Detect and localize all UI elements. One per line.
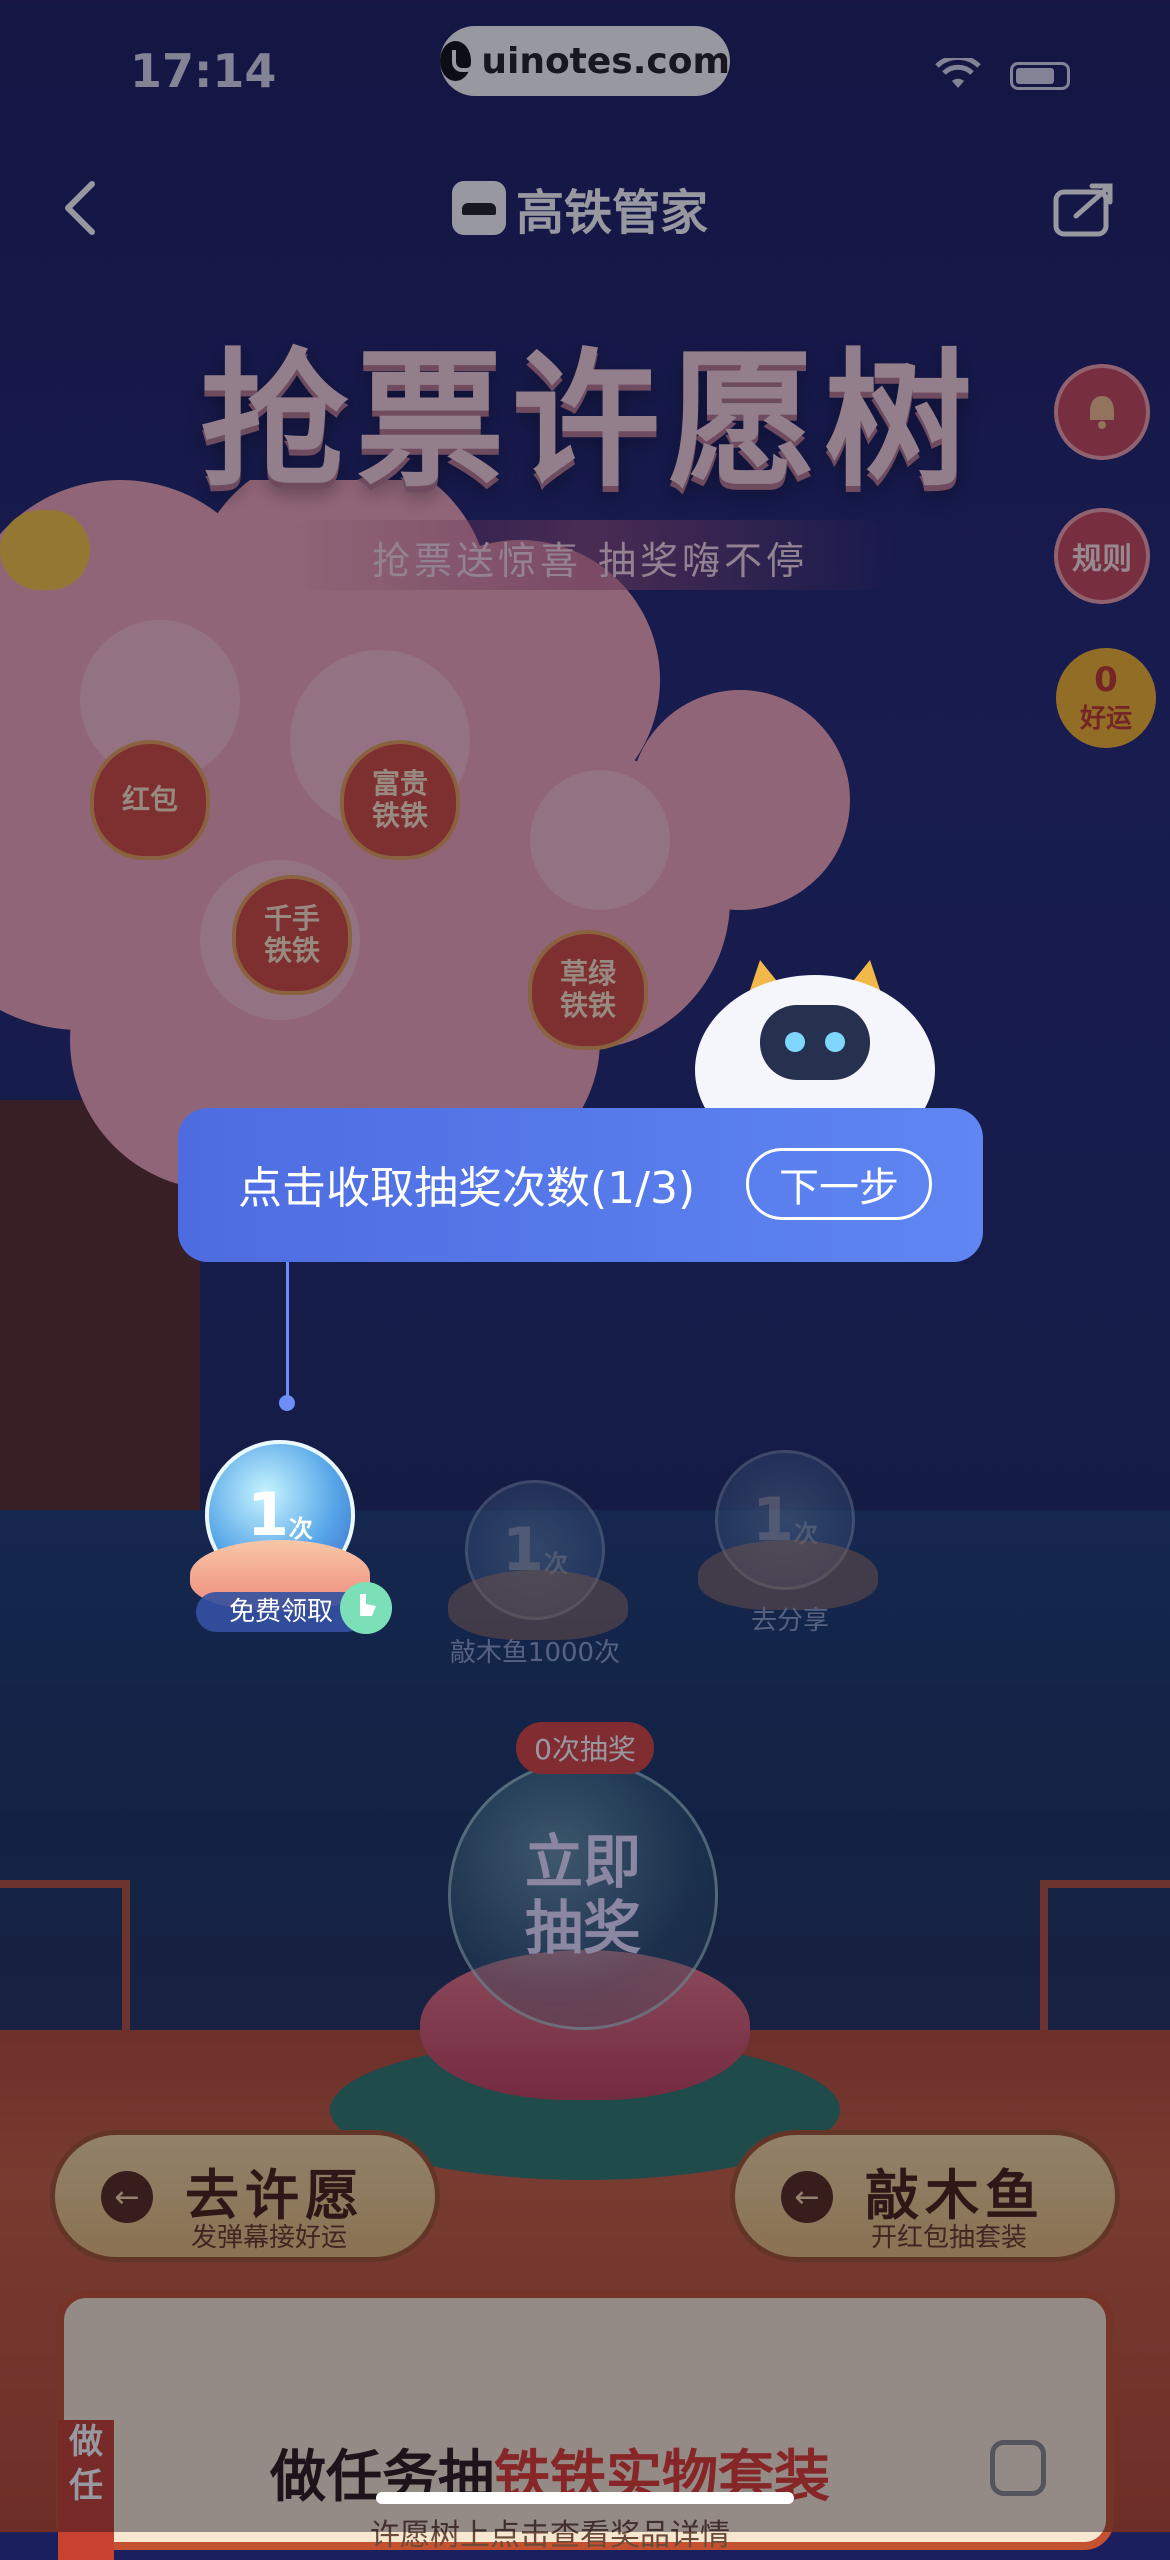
tree-bag-caolv[interactable]: 草绿 铁铁 [528, 930, 648, 1050]
task-subtitle: 许愿树上点击查看奖品详情 [370, 2518, 730, 2553]
watermark-badge: uinotes.com [440, 26, 730, 96]
train-logo-icon [452, 181, 506, 235]
tree-bag-fugui[interactable]: 富贵 铁铁 [340, 740, 460, 860]
arrow-left-icon: ← [101, 2171, 153, 2223]
wifi-icon [935, 58, 981, 88]
knock-muyu-button[interactable]: ← 敲木鱼 开红包抽套装 [730, 2130, 1120, 2262]
tooltip-pointer-dot [279, 1395, 295, 1411]
battery-icon [1010, 62, 1070, 90]
tree-bag-qianshou[interactable]: 千手 铁铁 [232, 875, 352, 995]
tap-hand-icon [340, 1582, 392, 1634]
make-wish-button[interactable]: ← 去许愿 发弹幕接好运 [50, 2130, 440, 2262]
arrow-left-icon: ← [781, 2171, 833, 2223]
task-tab[interactable]: 做任 [58, 2420, 114, 2560]
page-headline: 抢票许愿树 [200, 335, 980, 507]
guide-text: 点击收取抽奖次数(1/3) [238, 1163, 696, 1214]
reward-label-muyu: 敲木鱼1000次 [449, 1638, 621, 1668]
page-subtitle: 抢票送惊喜 抽奖嗨不停 [371, 539, 809, 583]
watermark-text: uinotes.com [481, 40, 730, 82]
railing-right [1040, 1880, 1170, 2030]
reward-label-share: 去分享 [750, 1606, 829, 1636]
refresh-icon[interactable] [990, 2440, 1046, 2496]
share-icon[interactable] [1052, 182, 1116, 238]
railing-left [0, 1880, 130, 2030]
rules-button[interactable]: 规则 [1054, 508, 1150, 604]
draw-now-button[interactable]: 立即 抽奖 [448, 1760, 718, 2030]
knock-muyu-subtitle: 开红包抽套装 [871, 2223, 1028, 2253]
tree-bag-hongbao[interactable]: 红包 [90, 740, 210, 860]
tooltip-pointer-line [286, 1262, 289, 1402]
app-brand: 高铁管家 [452, 180, 708, 241]
draw-count-badge: 0次抽奖 [516, 1722, 654, 1774]
watermark-logo-icon [440, 41, 477, 81]
reminder-button[interactable] [1054, 364, 1150, 460]
make-wish-subtitle: 发弹幕接好运 [191, 2223, 348, 2253]
luck-count: 0 [1094, 659, 1118, 700]
lotus-flower [448, 1570, 628, 1640]
bell-icon [1090, 396, 1114, 429]
luck-counter[interactable]: 0 好运 [1056, 648, 1156, 748]
reward-unit: 次 [288, 1514, 313, 1543]
mascot-face-icon [0, 510, 90, 590]
luck-label: 好运 [1079, 703, 1132, 734]
status-time: 17:14 [130, 44, 277, 98]
app-title: 高铁管家 [516, 185, 709, 241]
chevron-left-icon[interactable] [60, 178, 100, 238]
home-indicator[interactable] [376, 2492, 794, 2504]
next-step-button[interactable]: 下一步 [746, 1148, 932, 1220]
